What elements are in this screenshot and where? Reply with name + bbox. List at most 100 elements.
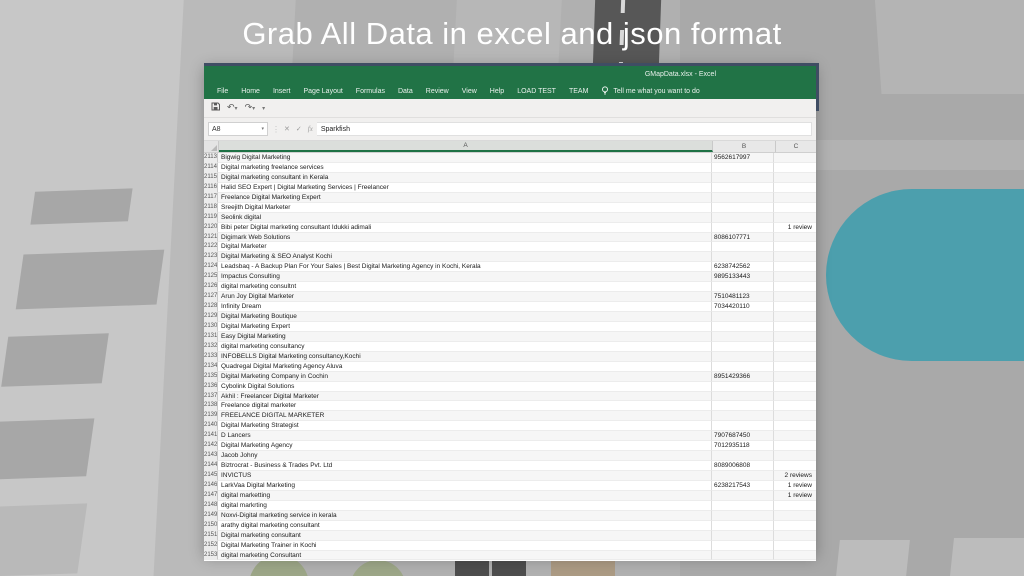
select-all-corner[interactable] bbox=[204, 141, 219, 152]
table-row[interactable]: 2145 INVICTUS 2 reviews bbox=[204, 471, 816, 481]
business-name-cell[interactable]: Quadregal Digital Marketing Agency Aluva bbox=[218, 362, 712, 372]
business-name-cell[interactable]: Biztrocrat - Business & Trades Pvt. Ltd bbox=[218, 461, 712, 471]
row-number-cell[interactable]: 2137 bbox=[204, 392, 218, 402]
business-name-cell[interactable]: Seolink digital bbox=[218, 213, 712, 223]
row-number-cell[interactable]: 2126 bbox=[204, 282, 218, 292]
reviews-cell[interactable] bbox=[774, 193, 816, 203]
reviews-cell[interactable]: 1 review bbox=[774, 481, 816, 491]
phone-cell[interactable] bbox=[712, 223, 774, 233]
ribbon-tab[interactable]: Insert bbox=[273, 88, 291, 95]
ribbon-tab[interactable]: Review bbox=[426, 88, 449, 95]
row-number-cell[interactable]: 2134 bbox=[204, 362, 218, 372]
save-icon[interactable] bbox=[211, 102, 220, 114]
phone-cell[interactable] bbox=[712, 342, 774, 352]
row-number-cell[interactable]: 2129 bbox=[204, 312, 218, 322]
row-number-cell[interactable]: 2152 bbox=[204, 541, 218, 551]
business-name-cell[interactable]: INFOBELLS Digital Marketing consultancy,… bbox=[218, 352, 712, 362]
row-number-cell[interactable]: 2120 bbox=[204, 223, 218, 233]
business-name-cell[interactable]: Infinity Dream bbox=[218, 302, 712, 312]
row-number-cell[interactable]: 2136 bbox=[204, 382, 218, 392]
ribbon-tab[interactable]: TEAM bbox=[569, 88, 588, 95]
phone-cell[interactable] bbox=[712, 421, 774, 431]
row-number-cell[interactable]: 2145 bbox=[204, 471, 218, 481]
row-number-cell[interactable]: 2122 bbox=[204, 242, 218, 252]
reviews-cell[interactable] bbox=[774, 401, 816, 411]
phone-cell[interactable] bbox=[712, 213, 774, 223]
row-number-cell[interactable]: 2125 bbox=[204, 272, 218, 282]
reviews-cell[interactable] bbox=[774, 441, 816, 451]
table-row[interactable]: 2122 Digital Marketer bbox=[204, 242, 816, 252]
reviews-cell[interactable] bbox=[774, 531, 816, 541]
reviews-cell[interactable] bbox=[774, 213, 816, 223]
phone-cell[interactable] bbox=[712, 252, 774, 262]
reviews-cell[interactable]: 1 review bbox=[774, 491, 816, 501]
business-name-cell[interactable]: Digital Marketing Strategist bbox=[218, 421, 712, 431]
column-header-c[interactable]: C bbox=[776, 141, 816, 152]
phone-cell[interactable]: 6238742562 bbox=[712, 262, 774, 272]
reviews-cell[interactable] bbox=[774, 411, 816, 421]
business-name-cell[interactable]: Bibi peter Digital marketing consultant … bbox=[218, 223, 712, 233]
row-number-cell[interactable]: 2130 bbox=[204, 322, 218, 332]
business-name-cell[interactable]: Digital Marketing Expert bbox=[218, 322, 712, 332]
excel-titlebar[interactable]: GMapData.xlsx - Excel bbox=[204, 66, 816, 84]
reviews-cell[interactable] bbox=[774, 551, 816, 561]
phone-cell[interactable]: 9562617997 bbox=[712, 153, 774, 163]
reviews-cell[interactable] bbox=[774, 302, 816, 312]
reviews-cell[interactable] bbox=[774, 451, 816, 461]
business-name-cell[interactable]: Bigwig Digital Marketing bbox=[218, 153, 712, 163]
table-row[interactable]: 2146 LarkVaa Digital Marketing 623821754… bbox=[204, 481, 816, 491]
row-number-cell[interactable]: 2113 bbox=[204, 153, 218, 163]
business-name-cell[interactable]: Freelance digital marketer bbox=[218, 401, 712, 411]
row-number-cell[interactable]: 2143 bbox=[204, 451, 218, 461]
reviews-cell[interactable] bbox=[774, 342, 816, 352]
phone-cell[interactable] bbox=[712, 411, 774, 421]
table-row[interactable]: 2128 Infinity Dream 7034420110 bbox=[204, 302, 816, 312]
table-row[interactable]: 2151 Digital marketing consultant bbox=[204, 531, 816, 541]
reviews-cell[interactable] bbox=[774, 153, 816, 163]
row-number-cell[interactable]: 2138 bbox=[204, 401, 218, 411]
reviews-cell[interactable] bbox=[774, 163, 816, 173]
phone-cell[interactable]: 6238217543 bbox=[712, 481, 774, 491]
table-row[interactable]: 2152 Digital Marketing Trainer in Kochi bbox=[204, 541, 816, 551]
phone-cell[interactable] bbox=[712, 362, 774, 372]
business-name-cell[interactable]: LarkVaa Digital Marketing bbox=[218, 481, 712, 491]
business-name-cell[interactable]: Sreejith Digital Marketer bbox=[218, 203, 712, 213]
table-row[interactable]: 2141 D Lancers 7907687450 bbox=[204, 431, 816, 441]
table-row[interactable]: 2120 Bibi peter Digital marketing consul… bbox=[204, 223, 816, 233]
table-row[interactable]: 2124 Leadsbaq - A Backup Plan For Your S… bbox=[204, 262, 816, 272]
business-name-cell[interactable]: digital marketing consultnt bbox=[218, 282, 712, 292]
row-number-cell[interactable]: 2124 bbox=[204, 262, 218, 272]
ribbon-tab[interactable]: Formulas bbox=[356, 88, 385, 95]
table-row[interactable]: 2143 Jacob Johny bbox=[204, 451, 816, 461]
table-row[interactable]: 2150 arathy digital marketing consultant bbox=[204, 521, 816, 531]
row-number-cell[interactable]: 2114 bbox=[204, 163, 218, 173]
customize-qat-icon[interactable]: ▾ bbox=[262, 105, 265, 112]
business-name-cell[interactable]: Impactus Consulting bbox=[218, 272, 712, 282]
business-name-cell[interactable]: Halid SEO Expert | Digital Marketing Ser… bbox=[218, 183, 712, 193]
enter-icon[interactable]: ✓ bbox=[296, 125, 302, 133]
reviews-cell[interactable] bbox=[774, 421, 816, 431]
table-row[interactable]: 2114 Digital marketing freelance service… bbox=[204, 163, 816, 173]
row-number-cell[interactable]: 2140 bbox=[204, 421, 218, 431]
reviews-cell[interactable] bbox=[774, 332, 816, 342]
business-name-cell[interactable]: Jacob Johny bbox=[218, 451, 712, 461]
table-row[interactable]: 2142 Digital Marketing Agency 7012935118 bbox=[204, 441, 816, 451]
phone-cell[interactable] bbox=[712, 193, 774, 203]
reviews-cell[interactable] bbox=[774, 362, 816, 372]
table-row[interactable]: 2119 Seolink digital bbox=[204, 213, 816, 223]
business-name-cell[interactable]: arathy digital marketing consultant bbox=[218, 521, 712, 531]
table-row[interactable]: 2134 Quadregal Digital Marketing Agency … bbox=[204, 362, 816, 372]
business-name-cell[interactable]: Digital marketing freelance services bbox=[218, 163, 712, 173]
reviews-cell[interactable] bbox=[774, 461, 816, 471]
redo-icon[interactable]: ↷▾ bbox=[245, 103, 256, 113]
table-row[interactable]: 2121 Digimark Web Solutions 8086107771 bbox=[204, 233, 816, 243]
table-row[interactable]: 2123 Digital Marketing & SEO Analyst Koc… bbox=[204, 252, 816, 262]
table-row[interactable]: 2153 digital marketing Consultant bbox=[204, 551, 816, 561]
business-name-cell[interactable]: Cybolink Digital Solutions bbox=[218, 382, 712, 392]
phone-cell[interactable] bbox=[712, 511, 774, 521]
row-number-cell[interactable]: 2153 bbox=[204, 551, 218, 561]
table-row[interactable]: 2148 digital markrting bbox=[204, 501, 816, 511]
row-number-cell[interactable]: 2119 bbox=[204, 213, 218, 223]
column-header-b[interactable]: B bbox=[713, 141, 776, 152]
reviews-cell[interactable]: 1 review bbox=[774, 223, 816, 233]
